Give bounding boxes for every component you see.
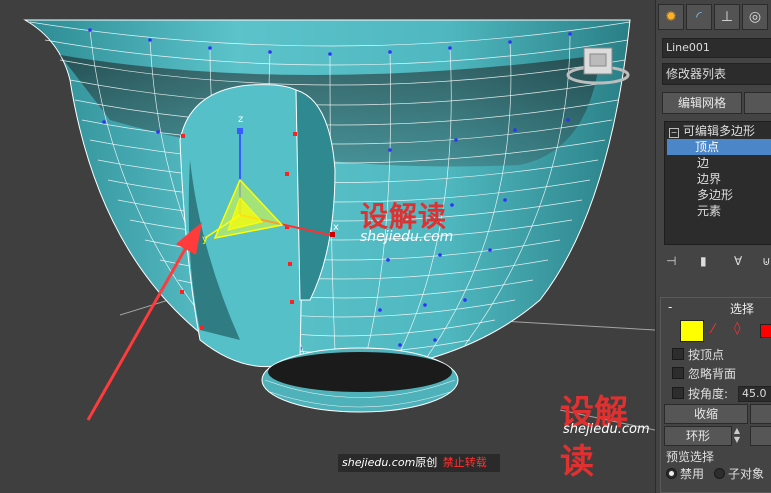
by-angle-checkbox[interactable] [672,387,684,399]
gizmo-x-label: x [333,222,339,233]
stack-item-element[interactable]: 元素 [697,203,721,219]
stack-item-border[interactable]: 边界 [697,171,721,187]
grow-button[interactable] [750,404,771,424]
by-angle-label: 按角度: [688,387,729,401]
make-unique-icon[interactable]: ∀ [734,254,742,268]
ignore-backfacing-row[interactable]: 忽略背面 [672,366,736,382]
edge-mode-icon[interactable]: ⁄ [712,322,714,337]
stack-root-label: 可编辑多边形 [683,124,756,138]
modifier-stack[interactable]: − 可编辑多边形 顶点 边 边界 多边形 元素 [664,121,771,245]
watermark-site-2: shejiedu.com [563,422,650,437]
modifier-list-dropdown[interactable]: 修改器列表 [662,63,771,85]
command-panel: ✹ ◜ ⊥ ◎ Line001 修改器列表 编辑网格 − 可编辑多边形 顶点 边 … [655,0,771,493]
preview-subobject-radio[interactable] [714,468,725,479]
border-mode-icon[interactable]: ◊ [734,321,740,336]
ignore-backfacing-label: 忽略背面 [688,367,737,381]
next-modifier-button[interactable] [744,92,771,114]
rollout-collapse[interactable]: - [668,300,672,314]
credit-banner: shejiedu.com原创 禁止转载 [338,454,500,472]
collapse-icon[interactable]: − [669,128,679,138]
credit-original: 原创 [415,456,438,469]
gizmo-y-label: y [202,234,208,245]
preview-subobject-label: 子对象 [728,467,765,481]
viewport-perspective[interactable]: z y x 设解读 shejiedu.com 设解读 shejiedu.com … [0,0,655,493]
ring-button[interactable]: 环形 [664,426,732,446]
stack-toolbar: ⊣ ▮ ∀ ⊍ [664,254,771,272]
preview-disable-label: 禁用 [680,467,705,481]
by-angle-row[interactable]: 按角度: [672,386,728,402]
shrink-button[interactable]: 收缩 [664,404,748,424]
rollout-title: 选择 [730,302,755,316]
show-end-result-icon[interactable]: ▮ [700,254,707,268]
watermark-site: shejiedu.com [360,229,454,245]
command-panel-tabs: ✹ ◜ ⊥ ◎ [656,4,771,32]
loop-button[interactable] [750,426,771,446]
credit-site: shejiedu.com [342,456,416,469]
stack-item-polygon[interactable]: 多边形 [697,187,733,203]
preview-subobject-row[interactable]: 子对象 [714,466,764,482]
gizmo-z-label: z [238,114,244,125]
edit-mesh-button[interactable]: 编辑网格 [662,92,742,114]
by-vertex-checkbox[interactable] [672,348,684,360]
by-vertex-row[interactable]: 按顶点 [672,347,724,363]
bowl-mesh [23,19,655,431]
preview-selection-label: 预览选择 [666,450,715,464]
polygon-mode-icon[interactable] [760,324,771,338]
sun-icon[interactable]: ✹ [658,4,684,30]
selection-rollout-header[interactable]: - 选择 [660,298,771,316]
angle-spinner[interactable]: 45.0 [738,386,771,402]
pin-stack-icon[interactable]: ⊣ [666,254,676,268]
preview-disable-radio[interactable] [666,468,677,479]
stack-root[interactable]: − 可编辑多边形 [669,123,755,139]
motion-icon[interactable]: ◎ [742,4,768,30]
hierarchy-icon[interactable]: ⊥ [714,4,740,30]
object-name-field[interactable]: Line001 [662,38,771,58]
ignore-backfacing-checkbox[interactable] [672,367,684,379]
stack-item-vertex[interactable]: 顶点 [667,139,771,155]
curve-icon[interactable]: ◜ [686,4,712,30]
vertex-mode-icon[interactable] [680,320,704,342]
stack-item-edge[interactable]: 边 [697,155,709,171]
remove-modifier-icon[interactable]: ⊍ [762,254,771,268]
preview-disable-row[interactable]: 禁用 [666,466,704,482]
ring-spinner-icon[interactable]: ▲ ▼ [732,426,742,446]
credit-warning: 禁止转载 [442,456,487,469]
by-vertex-label: 按顶点 [688,348,725,362]
